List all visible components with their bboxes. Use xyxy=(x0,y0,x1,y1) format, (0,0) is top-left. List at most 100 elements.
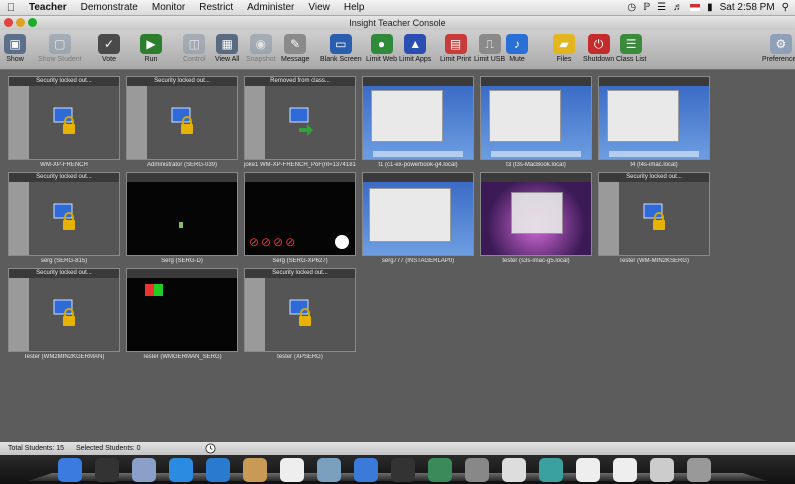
student-thumbnail[interactable]: Security locked out... xyxy=(8,268,120,352)
limit-apps-icon: ▲ xyxy=(404,34,427,54)
student-thumbnail[interactable] xyxy=(480,76,592,160)
toolbar-view-all-button[interactable]: ▦ View All xyxy=(215,32,239,68)
toolbar-limit-apps-button[interactable]: ▲ Limit Apps xyxy=(399,32,431,68)
padlock-icon xyxy=(171,107,193,134)
wifi-icon[interactable]: ☰ xyxy=(657,2,666,13)
student-thumbnail[interactable] xyxy=(480,172,592,256)
thumbnail-status xyxy=(599,77,709,86)
menu-restrict[interactable]: Restrict xyxy=(192,2,240,13)
close-window-icon[interactable] xyxy=(4,18,13,27)
menu-help[interactable]: Help xyxy=(337,2,372,13)
document-icon[interactable] xyxy=(576,458,600,482)
dashboard-icon[interactable] xyxy=(95,458,119,482)
ichat-icon[interactable] xyxy=(206,458,230,482)
thumbnail-screen xyxy=(9,182,119,255)
toolbar-limit-print-button[interactable]: ▤ Limit Print xyxy=(440,32,471,68)
text-edit-icon[interactable] xyxy=(502,458,526,482)
student-thumbnail[interactable]: ⊘⊘⊘⊘ xyxy=(244,172,356,256)
student-thumbnail[interactable]: Security locked out... xyxy=(8,172,120,256)
toolbar-label: Limit Web xyxy=(366,56,397,63)
activity-clock-icon[interactable] xyxy=(205,443,216,454)
toolbar-message-button[interactable]: ✎ Message xyxy=(281,32,309,68)
time-machine-icon[interactable]: ◷ xyxy=(627,2,636,13)
menu-monitor[interactable]: Monitor xyxy=(145,2,192,13)
volume-icon[interactable]: ♬ xyxy=(673,2,683,13)
insight-icon[interactable] xyxy=(539,458,563,482)
iphoto-icon[interactable] xyxy=(317,458,341,482)
toolbar-run-button[interactable]: ▶ Run xyxy=(140,32,162,68)
application-window xyxy=(369,188,451,242)
menu-demonstrate[interactable]: Demonstrate xyxy=(74,2,145,13)
student-thumbnail[interactable] xyxy=(126,172,238,256)
folder-icon[interactable] xyxy=(650,458,674,482)
student-name-label: Tester (WM-MIN2KSERG) xyxy=(618,258,689,264)
student-thumbnail[interactable] xyxy=(126,268,238,352)
thumbnail-screen: ⊘⊘⊘⊘ xyxy=(245,182,355,255)
toolbar-mute-button[interactable]: ♪ Mute xyxy=(506,32,528,68)
limit-print-icon: ▤ xyxy=(444,34,467,54)
student-thumbnail[interactable] xyxy=(362,172,474,256)
student-name-label: t4 (t4s-imac.local) xyxy=(630,162,678,168)
bluetooth-icon[interactable]: ℙ xyxy=(643,2,650,13)
mail-icon[interactable] xyxy=(132,458,156,482)
toolbar-label: Limit USB xyxy=(474,56,506,63)
apple-menu-icon[interactable]:  xyxy=(0,2,22,14)
toolbar-control-button[interactable]: ◫ Control xyxy=(183,32,206,68)
menu-administer[interactable]: Administer xyxy=(240,2,301,13)
student-thumbnail[interactable] xyxy=(362,76,474,160)
finder-window xyxy=(371,90,443,142)
window-titlebar: Insight Teacher Console xyxy=(0,16,795,30)
toolbar-limit-usb-button[interactable]: ⎍ Limit USB xyxy=(474,32,505,68)
toolbar-label: Vote xyxy=(101,56,116,63)
toolbar-label: Control xyxy=(183,56,206,63)
toolbar-label: View All xyxy=(215,56,240,63)
menu-app[interactable]: Teacher xyxy=(22,2,74,13)
thumbnail-status xyxy=(127,173,237,182)
menubar-clock[interactable]: Sat 2:58 PM xyxy=(720,2,775,13)
thumbnail-status: Security locked out... xyxy=(9,269,119,278)
toolbar-label: Message xyxy=(281,56,310,63)
battery-icon[interactable]: ▮ xyxy=(707,2,713,13)
photo-booth-icon[interactable] xyxy=(391,458,415,482)
toolbar-vote-button[interactable]: ✓ Vote xyxy=(98,32,120,68)
toolbar-blank-screen-button[interactable]: ▭ Blank Screen xyxy=(320,32,362,68)
minimize-window-icon[interactable] xyxy=(16,18,25,27)
student-thumbnail[interactable]: Security locked out... xyxy=(126,76,238,160)
system-preferences-icon[interactable] xyxy=(465,458,489,482)
thumbnail-screen xyxy=(599,182,709,255)
toolbar-limit-web-button[interactable]: ● Limit Web xyxy=(366,32,397,68)
time-machine-icon[interactable] xyxy=(428,458,452,482)
toolbar-student-screen-button[interactable]: ▢ Show Student xyxy=(38,32,82,68)
toolbar-monitor-button[interactable]: ▣ Show xyxy=(4,32,26,68)
student-thumbnail[interactable]: Security locked out... xyxy=(598,172,710,256)
student-name-label: Serg (SERG-D) xyxy=(161,258,203,264)
toolbar-shutdown-button[interactable]: ⏻ Shutdown xyxy=(583,32,614,68)
toolbar-label: Show Student xyxy=(38,56,82,63)
address-book-icon[interactable] xyxy=(243,458,267,482)
student-thumbnail[interactable] xyxy=(598,76,710,160)
menu-view[interactable]: View xyxy=(301,2,337,13)
limit-web-icon: ● xyxy=(370,34,393,54)
itunes-icon[interactable] xyxy=(354,458,378,482)
toolbar-class-list-button[interactable]: ☰ Class List xyxy=(616,32,646,68)
toolbar-files-button[interactable]: ▰ Files xyxy=(553,32,575,68)
finder-icon[interactable] xyxy=(58,458,82,482)
safari-icon[interactable] xyxy=(169,458,193,482)
finder-window xyxy=(511,192,563,234)
toolbar-snapshot-button[interactable]: ◉ Snapshot xyxy=(246,32,276,68)
student-thumbnail[interactable]: Security locked out... xyxy=(8,76,120,160)
flag-icon[interactable] xyxy=(690,4,701,11)
thumbnail-screen xyxy=(127,182,237,255)
toolbar-preferences-button[interactable]: ⚙ Preferences xyxy=(762,32,795,68)
ical-icon[interactable] xyxy=(280,458,304,482)
spotlight-icon[interactable]: ⚲ xyxy=(782,2,789,13)
student-name-label: Tester (WMGERMAN_SERG) xyxy=(142,354,222,360)
thumbnail-status xyxy=(127,269,237,278)
student-thumbnail[interactable]: Security locked out... xyxy=(244,268,356,352)
document2-icon[interactable] xyxy=(613,458,637,482)
zoom-window-icon[interactable] xyxy=(28,18,37,27)
trash-icon[interactable] xyxy=(687,458,711,482)
student-thumbnail[interactable]: Removed from class... xyxy=(244,76,356,160)
thumbnail-screen xyxy=(599,86,709,159)
thumbnail-screen xyxy=(127,86,237,159)
